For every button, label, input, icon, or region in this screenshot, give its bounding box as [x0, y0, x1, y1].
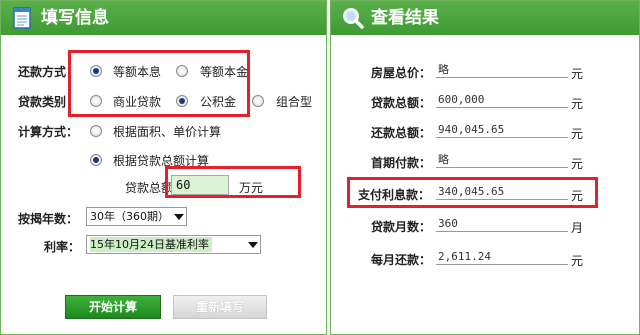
calc-method-label: 计算方式：: [18, 125, 79, 139]
result-label-down-payment: 首期付款：: [371, 156, 432, 170]
result-unit-loan-months: 月: [571, 221, 584, 235]
result-label-loan-total: 贷款总额：: [371, 96, 432, 110]
input-panel-title: 填写信息: [41, 8, 109, 28]
result-label-loan-months: 贷款月数：: [371, 220, 432, 234]
rate-label: 利率：: [44, 240, 81, 254]
result-value-monthly-payment: 2,611.24: [436, 249, 568, 265]
result-value-loan-months: 360: [436, 216, 568, 232]
mortgage-years-label: 按揭年数：: [18, 212, 79, 226]
highlight-box-loan-total: [165, 166, 301, 198]
chevron-down-icon: [174, 214, 184, 220]
result-value-loan-total: 600,000: [436, 92, 568, 108]
result-panel-title: 查看结果: [371, 8, 439, 28]
option-by-area-price[interactable]: 根据面积、单价计算: [113, 123, 221, 140]
result-unit-loan-total: 元: [571, 97, 584, 111]
magnifier-icon: [343, 8, 364, 29]
result-unit-down-payment: 元: [571, 157, 584, 171]
rate-select[interactable]: 15年10月24日基准利率: [86, 235, 261, 254]
result-label-house-price: 房屋总价：: [371, 66, 432, 80]
result-value-down-payment: 略: [436, 152, 568, 168]
option-combined-loan[interactable]: 组合型: [276, 93, 312, 110]
radio-combined-loan[interactable]: [252, 95, 264, 107]
reset-button[interactable]: 重新填写: [173, 295, 267, 319]
radio-by-area-price[interactable]: [90, 125, 102, 137]
result-unit-house-price: 元: [571, 67, 584, 81]
start-calc-button[interactable]: 开始计算: [65, 295, 161, 319]
result-panel: 查看结果 房屋总价： 略 元 贷款总额： 600,000 元 还款总额： 940…: [330, 0, 640, 335]
result-label-repay-total: 还款总额：: [371, 126, 432, 140]
result-value-repay-total: 940,045.65: [436, 122, 568, 138]
result-label-monthly-payment: 每月还款：: [371, 253, 432, 267]
result-unit-repay-total: 元: [571, 127, 584, 141]
mortgage-years-select[interactable]: 30年（360期）: [86, 207, 187, 226]
radio-by-loan-total[interactable]: [90, 154, 102, 166]
result-panel-header: 查看结果: [331, 1, 639, 35]
result-unit-monthly-payment: 元: [571, 254, 584, 268]
input-panel-header: 填写信息: [1, 1, 326, 35]
highlight-box-options: [68, 50, 250, 117]
result-value-house-price: 略: [436, 62, 568, 78]
notepad-icon: [13, 7, 31, 29]
mortgage-years-value: 30年（360期）: [90, 210, 169, 223]
chevron-down-icon: [248, 242, 258, 248]
rate-value: 15年10月24日基准利率: [90, 237, 212, 252]
highlight-box-interest: [347, 177, 598, 208]
